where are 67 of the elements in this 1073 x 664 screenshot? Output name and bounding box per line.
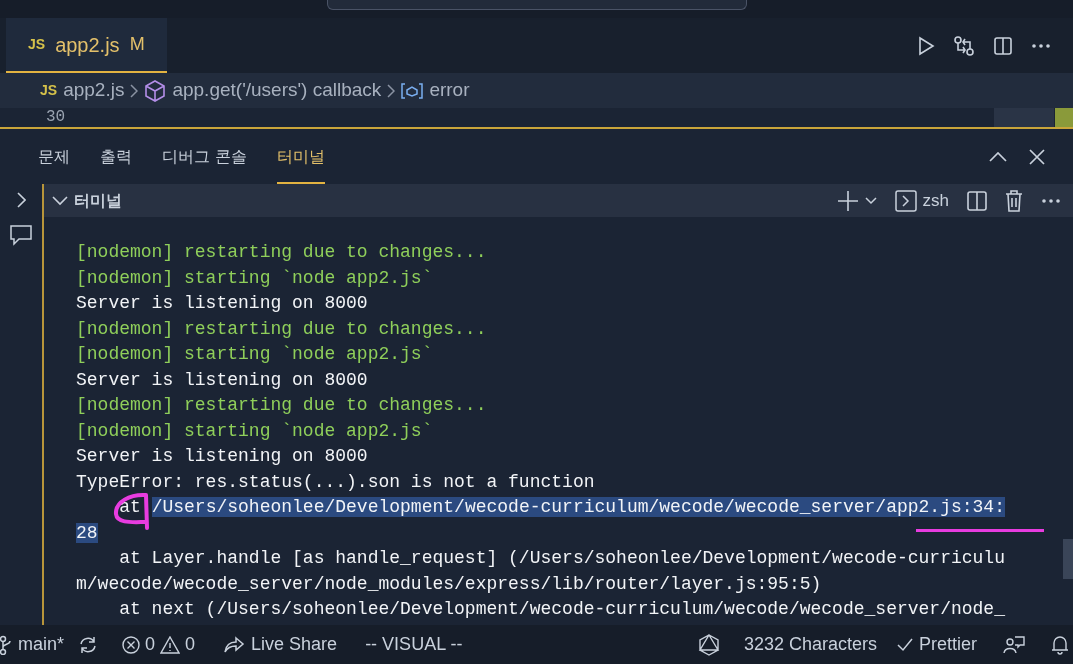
editor-tab[interactable]: JS app2.js M [6,18,167,73]
terminal-line: at Layer.handle [as handle_request] (/Users/soheonlee/Development/wecode-curriculu [118,547,1005,570]
sync-icon[interactable] [78,635,99,654]
breadcrumb-item[interactable]: app2.js [63,76,125,105]
formatter-name: Prettier [918,633,977,656]
share-icon [223,635,246,654]
error-icon [122,635,141,654]
terminal-line: TypeError: res.status(...).son is not a function [76,470,595,494]
warning-icon [160,635,181,654]
chevron-right-icon [387,83,396,98]
panel-tab[interactable]: 문제 [38,129,70,184]
selected-text: /Users/soheonlee/Development/wecode-curriculum/wecode/wecode_server/app2.js:34: [151,497,1005,517]
problems-indicator[interactable]: 0 0 [122,631,196,658]
terminal-icon [894,189,917,212]
panel-tab[interactable]: 디버그 콘솔 [162,129,248,184]
chevron-down-icon[interactable] [864,196,877,205]
feedback-icon[interactable] [1003,634,1025,655]
chevron-right-icon[interactable] [16,192,26,208]
terminal-title: 터미널 [74,190,122,211]
javascript-file-icon: JS [28,34,46,55]
panel-tab[interactable]: 출력 [100,129,132,184]
chevron-right-icon [130,83,139,98]
selected-text: 28 [76,522,98,543]
graph-icon[interactable] [697,633,720,656]
variable-icon [401,82,424,99]
terminal-text: at [118,497,142,517]
breadcrumb-item[interactable]: app.get('/users') callback [172,76,382,105]
compare-changes-icon[interactable] [953,34,975,57]
terminal-line: [nodemon] starting `node app2.js` [76,266,433,290]
branch-icon [0,634,12,655]
split-editor-icon[interactable] [993,35,1013,56]
add-icon[interactable] [836,189,859,212]
notification-bell-icon[interactable] [1051,634,1069,655]
scrollbar-thumb[interactable] [1063,539,1073,579]
terminal-line: [nodemon] starting `node app2.js` [76,343,433,366]
terminal-line: Server is listening on 8000 [76,292,368,315]
run-icon[interactable] [917,35,935,56]
maximize-panel-icon[interactable] [989,151,1007,162]
close-icon[interactable] [1029,148,1045,165]
live-share-button[interactable]: Live Share [251,631,338,658]
vim-mode: -- VISUAL -- [365,633,463,656]
cube-icon [144,79,167,102]
branch-name[interactable]: main* [18,631,65,658]
modified-label: M [129,33,145,56]
chevron-down-icon[interactable] [52,195,68,206]
split-terminal-icon[interactable] [967,190,987,211]
line-number: 30 [46,108,66,127]
shell-name[interactable]: zsh [922,187,949,214]
terminal-line: [nodemon] restarting due to changes... [76,394,487,417]
warning-count: 0 [185,633,196,656]
trash-icon[interactable] [1005,189,1023,212]
terminal-line: m/wecode/wecode_server/node_modules/express/lib/router/layer.js:95:5) [76,572,822,596]
javascript-file-icon: JS [40,80,58,101]
error-count: 0 [145,633,156,656]
terminal-line: [nodemon] restarting due to changes... [76,317,487,341]
breadcrumb-item[interactable]: error [429,76,470,105]
terminal-line: at next (/Users/soheonlee/Development/wecode-curriculum/wecode/wecode_server/node_ [118,598,1005,621]
terminal-line: [nodemon] restarting due to changes... [76,241,487,264]
terminal-line: Server is listening on 8000 [76,445,368,468]
more-icon[interactable] [1031,42,1051,49]
terminal-line: [nodemon] starting `node app2.js` [76,419,433,443]
comment-icon[interactable] [9,224,33,246]
terminal-line: Server is listening on 8000 [76,368,368,392]
more-icon[interactable] [1041,197,1061,204]
tab-label: app2.js [55,32,120,58]
character-count[interactable]: 3232 Characters [743,631,877,658]
check-icon [896,637,913,652]
